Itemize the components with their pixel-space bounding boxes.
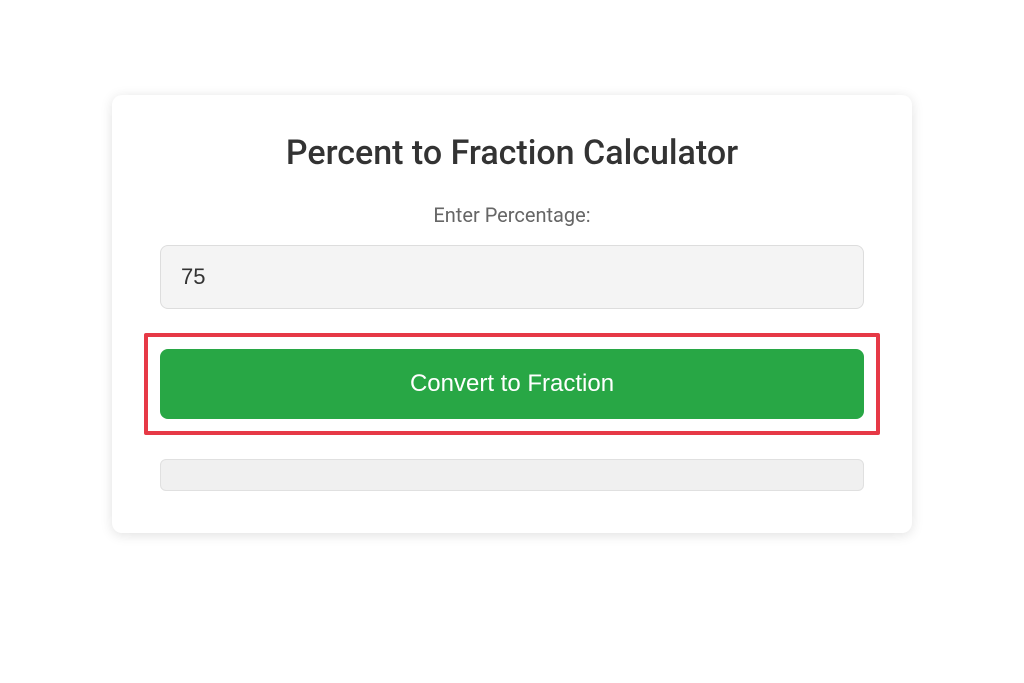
percentage-input[interactable] [160, 245, 864, 309]
result-output [160, 459, 864, 491]
convert-button[interactable]: Convert to Fraction [160, 349, 864, 419]
calculator-card: Percent to Fraction Calculator Enter Per… [112, 95, 912, 533]
calculator-title: Percent to Fraction Calculator [160, 133, 864, 173]
button-highlight-annotation: Convert to Fraction [144, 333, 880, 435]
percentage-input-label: Enter Percentage: [160, 203, 864, 227]
